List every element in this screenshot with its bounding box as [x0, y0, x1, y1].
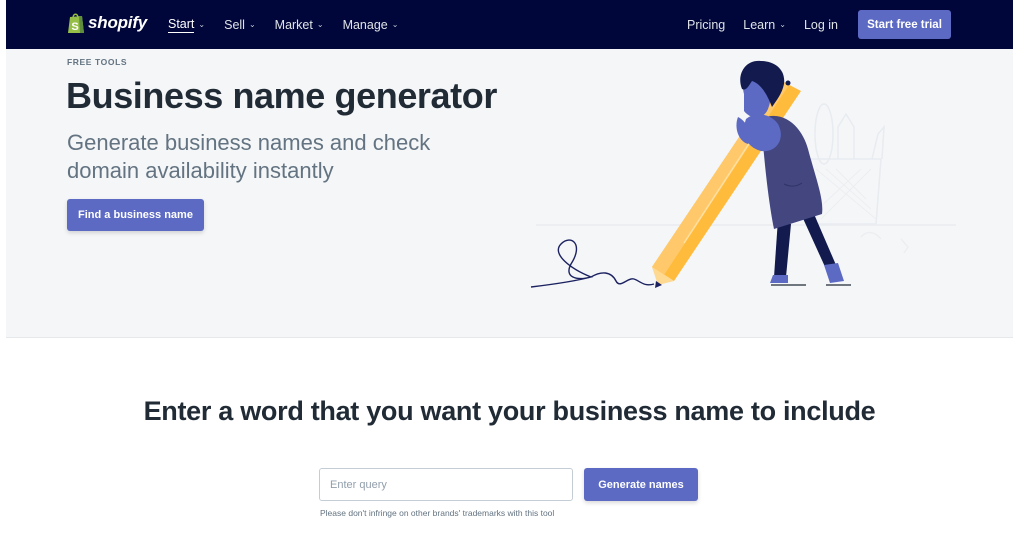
nav-item-learn[interactable]: Learn ⌄ [743, 18, 786, 32]
nav-item-manage[interactable]: Manage ⌄ [343, 18, 399, 32]
signature-squiggle [530, 239, 655, 288]
secondary-nav: Pricing Learn ⌄ Log in Start free trial [687, 0, 951, 49]
nav-label: Learn [743, 17, 776, 32]
hero-subtitle: Generate business names and check domain… [67, 130, 431, 183]
nav-item-pricing[interactable]: Pricing [687, 18, 725, 32]
eyebrow-label: FREE TOOLS [67, 57, 128, 67]
shopping-bag-icon: S [67, 12, 85, 34]
generate-names-button[interactable]: Generate names [584, 468, 698, 501]
logo-wordmark: shopify [88, 13, 148, 32]
svg-text:S: S [71, 21, 78, 33]
nav-item-login[interactable]: Log in [804, 18, 838, 32]
nav-label: Start [168, 16, 195, 33]
chevron-down-icon: ⌄ [391, 20, 399, 29]
nav-label: Pricing [687, 17, 726, 32]
nav-label: Manage [342, 17, 388, 32]
nav-item-market[interactable]: Market ⌄ [275, 18, 324, 32]
nav-label: Market [274, 17, 313, 32]
chevron-down-icon: ⌄ [248, 20, 256, 29]
pencil-person-illustration [530, 60, 956, 288]
page: S shopify Start ⌄ Sell ⌄ Market ⌄ Manage… [6, 0, 1013, 551]
trademark-disclaimer: Please don't infringe on other brands' t… [320, 508, 555, 518]
nav-label: Log in [803, 17, 838, 32]
start-free-trial-button[interactable]: Start free trial [858, 10, 951, 39]
chevron-down-icon: ⌄ [198, 20, 206, 29]
query-input[interactable] [319, 468, 573, 501]
chevron-down-icon: ⌄ [779, 20, 786, 29]
page-title: Business name generator [66, 75, 497, 116]
find-business-name-button[interactable]: Find a business name [67, 199, 204, 231]
top-nav: S shopify Start ⌄ Sell ⌄ Market ⌄ Manage… [6, 0, 1013, 49]
section-title: Enter a word that you want your business… [143, 396, 876, 426]
hero-section: FREE TOOLS Business name generator Gener… [6, 49, 1013, 338]
nav-item-sell[interactable]: Sell ⌄ [224, 18, 256, 32]
primary-nav: Start ⌄ Sell ⌄ Market ⌄ Manage ⌄ [168, 0, 417, 49]
chevron-down-icon: ⌄ [316, 20, 324, 29]
nav-item-start[interactable]: Start ⌄ [168, 17, 205, 33]
shopify-logo[interactable]: S shopify [67, 11, 147, 35]
nav-label: Sell [224, 17, 245, 32]
